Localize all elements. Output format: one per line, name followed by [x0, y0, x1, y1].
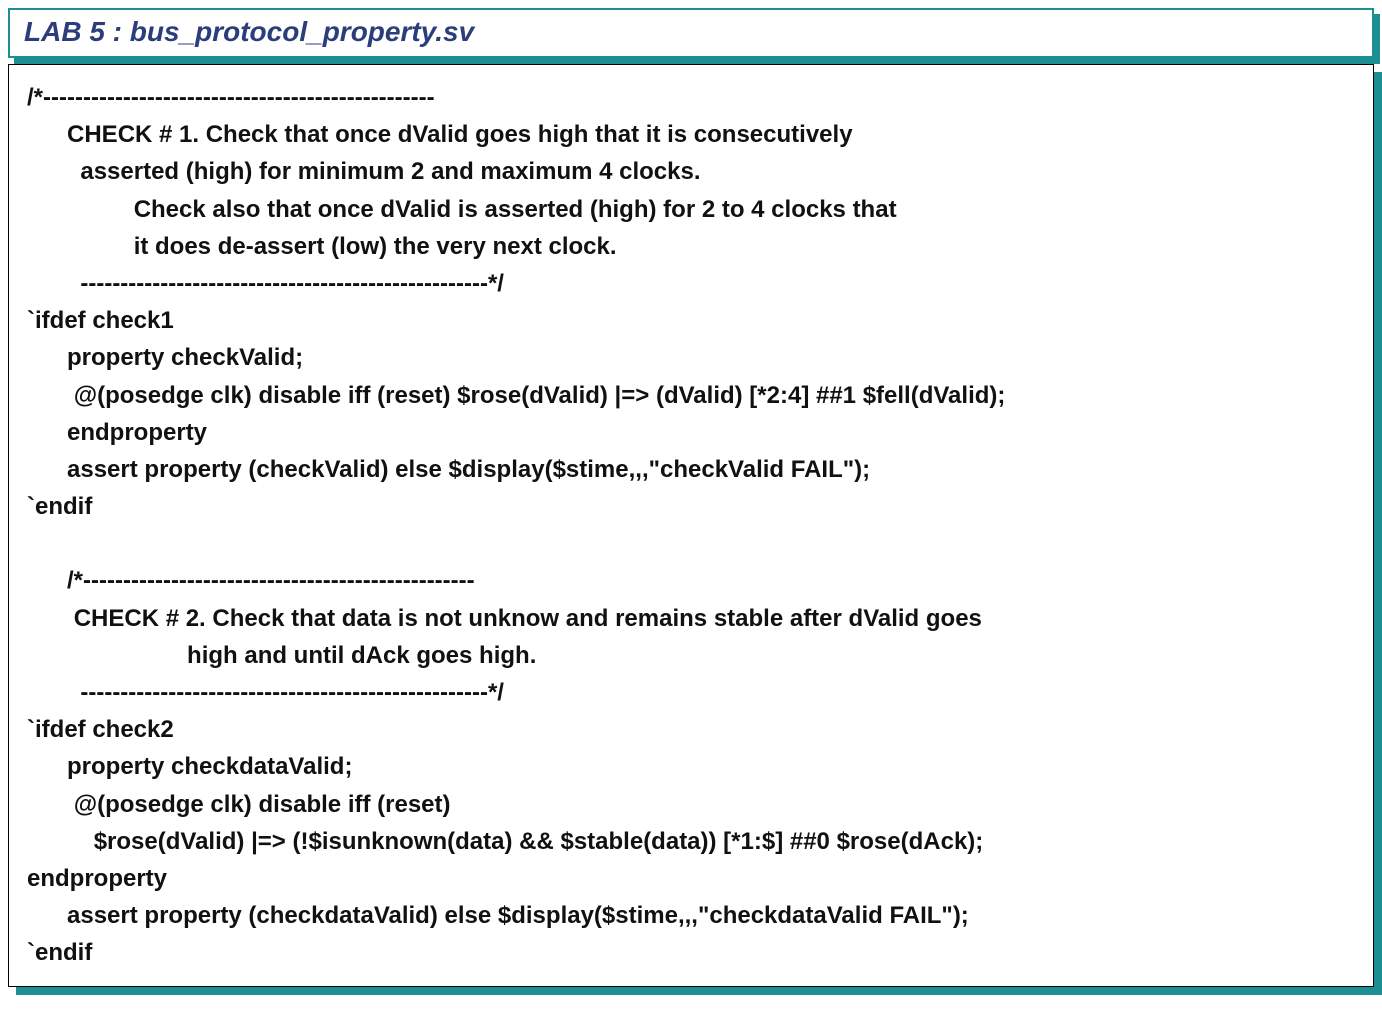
code-line: /*--------------------------------------… — [27, 567, 475, 594]
code-line: `endif — [27, 493, 92, 520]
code-line: ----------------------------------------… — [27, 679, 504, 706]
code-line: it does de-assert (low) the very next cl… — [27, 233, 617, 260]
code-line: CHECK # 2. Check that data is not unknow… — [27, 605, 982, 632]
code-line: high and until dAck goes high. — [27, 642, 536, 669]
code-line: `ifdef check1 — [27, 307, 174, 334]
code-line: endproperty — [27, 865, 167, 892]
code-line: assert property (checkValid) else $displ… — [27, 456, 870, 483]
code-line: @(posedge clk) disable iff (reset) $rose… — [27, 382, 1005, 409]
code-line: property checkValid; — [27, 344, 303, 371]
code-container: /*--------------------------------------… — [8, 64, 1374, 987]
code-line: $rose(dValid) |=> (!$isunknown(data) && … — [27, 828, 983, 855]
code-line: assert property (checkdataValid) else $d… — [27, 902, 969, 929]
code-line: property checkdataValid; — [27, 753, 352, 780]
code-line: asserted (high) for minimum 2 and maximu… — [27, 158, 701, 185]
code-line: ----------------------------------------… — [27, 270, 504, 297]
code-line: endproperty — [27, 419, 207, 446]
code-line: Check also that once dValid is asserted … — [27, 196, 897, 223]
code-line: @(posedge clk) disable iff (reset) — [27, 791, 451, 818]
lab-title: LAB 5 : bus_protocol_property.sv — [8, 8, 1374, 58]
code-block: /*--------------------------------------… — [8, 64, 1374, 987]
code-line: `endif — [27, 939, 92, 966]
code-line: /*--------------------------------------… — [27, 84, 435, 111]
title-container: LAB 5 : bus_protocol_property.sv — [8, 8, 1374, 58]
code-line: CHECK # 1. Check that once dValid goes h… — [27, 121, 853, 148]
code-line: `ifdef check2 — [27, 716, 174, 743]
